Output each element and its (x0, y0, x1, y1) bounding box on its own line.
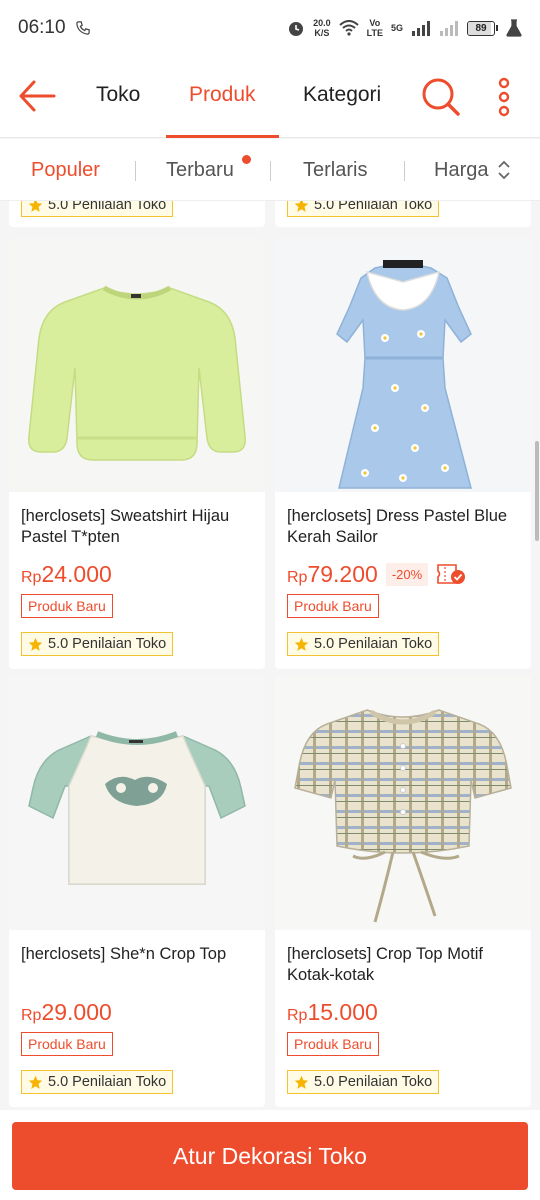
status-time: 06:10 (18, 17, 66, 38)
alarm-icon (289, 22, 304, 36)
bottom-action-bar: Atur Dekorasi Toko (0, 1110, 540, 1200)
scrollbar[interactable] (535, 441, 539, 541)
sort-harga[interactable]: Harga (434, 159, 488, 182)
new-indicator-dot (242, 155, 251, 164)
star-icon (28, 201, 43, 212)
wifi-icon (338, 20, 359, 36)
star-icon (294, 1075, 309, 1089)
new-product-badge: Produk Baru (287, 594, 379, 618)
product-card[interactable]: [herclosets] She*n Crop Top Rp29.000 Pro… (9, 676, 265, 1107)
new-product-badge: Produk Baru (21, 594, 113, 618)
sort-bar: Populer Terbaru Terlaris Harga (0, 139, 540, 201)
network-type: 5G (390, 23, 403, 33)
signal-icon (412, 21, 430, 36)
product-price: Rp24.000 (21, 560, 112, 587)
product-title: [herclosets] Crop Top Motif Kotak-kotak (287, 945, 483, 984)
product-card[interactable]: [herclosets] Sweatshirt Hijau Pastel T*p… (9, 238, 265, 669)
sort-populer[interactable]: Populer (31, 159, 100, 182)
shop-rating-badge: 5.0 Penilaian Toko (287, 201, 440, 217)
active-tab-indicator (166, 135, 279, 138)
product-card[interactable]: [herclosets] Crop Top Motif Kotak-kotak … (275, 676, 531, 1107)
sweatshirt-image[interactable] (9, 238, 265, 492)
star-icon (28, 637, 43, 651)
new-product-badge: Produk Baru (21, 1032, 113, 1056)
volte-indicator: Vo LTE (366, 18, 383, 38)
product-grid: 5.0 Penilaian Toko 5.0 Penilaian Toko [h… (0, 201, 540, 1109)
call-icon (75, 21, 90, 35)
product-price: Rp79.200 (287, 560, 378, 587)
signal-icon-2 (440, 21, 458, 36)
sort-arrows-icon (498, 160, 510, 180)
decorate-shop-button[interactable]: Atur Dekorasi Toko (12, 1122, 528, 1190)
discount-badge: -20% (385, 562, 429, 586)
product-card[interactable]: [herclosets] Dress Pastel Blue Kerah Sai… (275, 238, 531, 669)
battery-indicator: 89 (467, 20, 498, 36)
shop-rating-badge: 5.0 Penilaian Toko (21, 201, 174, 217)
status-bar: 06:10 20.0 K/S Vo LTE 5G 89 (0, 0, 540, 56)
shop-rating-badge: 5.0 Penilaian Toko (21, 1070, 174, 1094)
dress-image[interactable] (275, 238, 531, 492)
star-icon (294, 201, 309, 212)
flask-icon (506, 19, 522, 37)
sort-terlaris[interactable]: Terlaris (303, 159, 367, 182)
product-title: [herclosets] Sweatshirt Hijau Pastel T*p… (21, 507, 230, 546)
shop-rating-badge: 5.0 Penilaian Toko (287, 1070, 440, 1094)
tab-toko[interactable]: Toko (96, 83, 140, 107)
back-arrow-icon[interactable] (18, 78, 56, 114)
product-price: Rp29.000 (21, 998, 112, 1025)
product-title: [herclosets] Dress Pastel Blue Kerah Sai… (287, 507, 508, 546)
new-product-badge: Produk Baru (287, 1032, 379, 1056)
sort-terbaru[interactable]: Terbaru (166, 159, 234, 182)
product-price: Rp15.000 (287, 998, 378, 1025)
shop-rating-badge: 5.0 Penilaian Toko (287, 632, 440, 656)
crop-top-image[interactable] (9, 676, 265, 930)
search-icon[interactable] (420, 76, 462, 118)
more-options-icon[interactable] (490, 76, 518, 118)
shop-header: Toko Produk Kategori (0, 56, 540, 138)
shop-rating-badge: 5.0 Penilaian Toko (21, 632, 174, 656)
star-icon (294, 637, 309, 651)
plaid-top-image[interactable] (275, 676, 531, 930)
partial-product-card[interactable]: 5.0 Penilaian Toko (275, 201, 531, 227)
voucher-icon (437, 564, 466, 584)
tab-kategori[interactable]: Kategori (303, 83, 381, 107)
product-title: [herclosets] She*n Crop Top (21, 945, 227, 963)
net-speed: 20.0 K/S (313, 18, 331, 38)
tab-produk[interactable]: Produk (189, 83, 256, 107)
star-icon (28, 1075, 43, 1089)
partial-product-card[interactable]: 5.0 Penilaian Toko (9, 201, 265, 227)
